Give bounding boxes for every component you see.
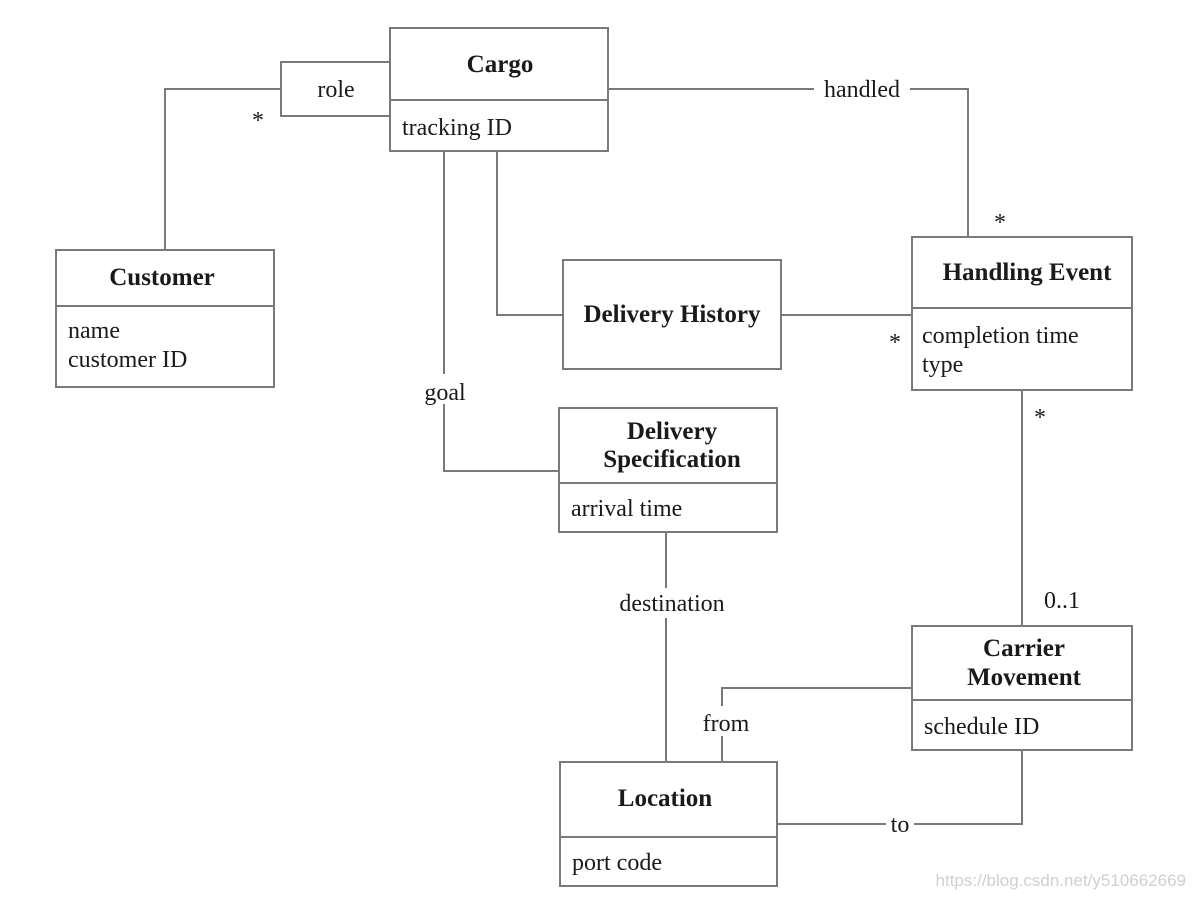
class-delivery-specification[interactable]: Delivery Specification arrival time [558, 407, 778, 533]
handled-label: handled [824, 77, 900, 103]
attribute: port code [572, 850, 662, 876]
class-name: Location [618, 785, 713, 812]
class-cargo[interactable]: Cargo tracking ID [389, 27, 609, 152]
class-name: Cargo [467, 51, 534, 78]
goal-label: goal [424, 380, 466, 406]
from-label: from [703, 711, 750, 737]
to-label: to [891, 812, 910, 838]
attribute: schedule ID [924, 714, 1039, 740]
class-name: Customer [109, 264, 215, 291]
handled-multiplicity: * [994, 210, 1006, 236]
domain-model-diagram: role * Cargo tracking ID Customer name c… [55, 27, 1186, 890]
attribute: arrival time [571, 496, 682, 522]
class-name: Delivery History [583, 301, 761, 328]
watermark: https://blog.csdn.net/y510662669 [936, 871, 1186, 890]
role-label: role [317, 77, 354, 103]
class-delivery-history[interactable]: Delivery History [562, 259, 782, 370]
class-carrier-movement[interactable]: Carrier Movement schedule ID [911, 625, 1133, 751]
class-name-line: Carrier [983, 635, 1065, 662]
attribute: customer ID [68, 347, 187, 373]
class-handling-event[interactable]: Handling Event completion time type [911, 236, 1133, 391]
attribute: completion time [922, 323, 1079, 349]
class-name-line: Delivery [627, 418, 718, 445]
destination-label: destination [619, 591, 724, 617]
attribute: tracking ID [402, 115, 512, 141]
class-location[interactable]: Location port code [559, 761, 778, 887]
class-name-line: Movement [967, 664, 1082, 691]
attribute: name [68, 318, 120, 344]
carrier-multiplicity: 0..1 [1044, 588, 1080, 614]
class-name: Handling Event [943, 259, 1112, 286]
cargo-handling-event-line [608, 88, 969, 237]
cargo-history-line [496, 151, 563, 316]
class-customer[interactable]: Customer name customer ID [55, 249, 275, 388]
history-multiplicity: * [889, 330, 901, 356]
attribute: type [922, 352, 963, 378]
cargo-goal-line [443, 151, 559, 472]
role-multiplicity: * [252, 108, 264, 134]
handling-carrier-multiplicity: * [1034, 405, 1046, 431]
class-name-line: Specification [603, 446, 741, 473]
